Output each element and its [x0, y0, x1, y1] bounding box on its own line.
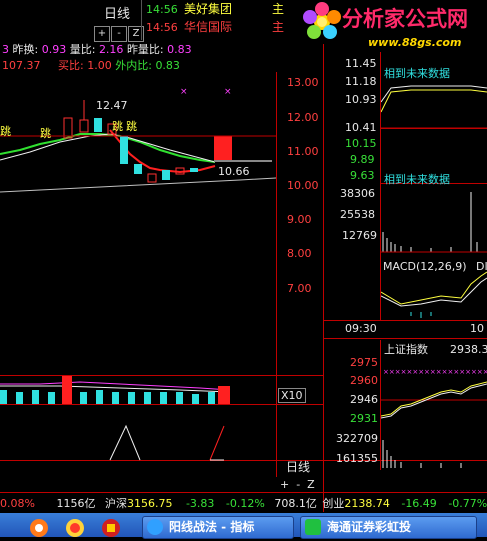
- index-chart: ×××××××××××××××××××××: [381, 368, 487, 468]
- right-volume-tick: 12769: [342, 229, 377, 242]
- news-time: 14:56: [146, 3, 178, 16]
- right-volume-tick: 38306: [340, 187, 375, 200]
- price-axis-label: 12.00: [287, 111, 319, 124]
- bottom-buttons[interactable]: + - Z: [280, 479, 315, 490]
- svg-text:×××××××××××××××××××××: ×××××××××××××××××××××: [383, 368, 487, 376]
- index-tick: 2946: [350, 393, 378, 406]
- news-tag: 主: [272, 20, 285, 34]
- jump-label: 跳: [112, 120, 123, 133]
- ma-line-green: [0, 133, 216, 163]
- candle: [79, 119, 89, 133]
- last-price-bar: [214, 160, 272, 162]
- app-icon[interactable]: [28, 516, 50, 537]
- app-window-icon: [147, 519, 163, 535]
- right-price-tick: 10.15: [345, 137, 377, 150]
- app-window-icon: [305, 519, 321, 535]
- last-price-annotation: 10.66: [218, 165, 250, 178]
- market-ticker: 0.08% 1156亿 沪深3156.75 -3.83 -0.12% 708.1…: [0, 497, 487, 510]
- index-tick: 2931: [350, 412, 378, 425]
- index-value: 2938.3: [450, 343, 487, 356]
- candle: [63, 117, 73, 139]
- index-name: 上证指数: [384, 343, 428, 356]
- price-axis-label: 10.00: [287, 179, 319, 192]
- time-start: 09:30: [345, 322, 377, 335]
- intraday-chart: [381, 85, 487, 318]
- right-price-tick: 11.45: [345, 57, 377, 70]
- candle: [134, 164, 142, 174]
- volume-chart: [0, 376, 231, 404]
- right-price-tick: 10.41: [345, 121, 377, 134]
- right-price-tick: 9.89: [350, 153, 375, 166]
- volume-axis-label: X10: [278, 388, 306, 403]
- kline-chart[interactable]: × ×: [0, 72, 276, 372]
- app-icon[interactable]: [64, 516, 86, 537]
- news-stock-name: 华信国际: [184, 20, 233, 34]
- zoom-in-button[interactable]: +: [94, 26, 110, 42]
- high-price-annotation: 12.47: [96, 99, 128, 112]
- taskbar-item[interactable]: 阳线战法 - 指标: [142, 516, 294, 539]
- stats-row-2: 107.37 买比: 1.00 外内比: 0.83: [2, 59, 180, 72]
- candle: [94, 118, 102, 132]
- indicator-chart: [109, 424, 225, 461]
- macd-label: MACD(12,26,9): [383, 260, 467, 273]
- candle: [190, 168, 198, 172]
- price-axis-label: 8.00: [287, 247, 312, 260]
- news-tag: 主: [272, 2, 285, 16]
- ma-line-gray: [0, 177, 276, 193]
- app-icon[interactable]: [100, 516, 122, 537]
- price-axis-label: 9.00: [287, 213, 312, 226]
- ma-line-white: [0, 133, 216, 163]
- candle: [162, 170, 170, 180]
- taskbar-item[interactable]: 海通证券彩虹投: [300, 516, 477, 539]
- candle: [214, 136, 232, 160]
- bottom-period-label: 日线: [286, 460, 311, 474]
- zoom-out-button[interactable]: -: [111, 26, 127, 42]
- price-axis-label: 7.00: [287, 282, 312, 295]
- watermark-url: www.88gs.com: [368, 36, 462, 49]
- index-tick: 2975: [350, 356, 378, 369]
- right-price-tick: 11.18: [345, 75, 377, 88]
- news-stock-name: 美好集团: [184, 2, 233, 16]
- price-axis-label: 11.00: [287, 145, 319, 158]
- time-end: 10: [470, 322, 484, 335]
- candle: [120, 136, 128, 164]
- index-tick: 2960: [350, 374, 378, 387]
- right-price-tick: 9.63: [350, 169, 375, 182]
- macd-suffix: DI: [476, 260, 487, 273]
- jump-label: 跳: [0, 125, 11, 138]
- max-marker: ×: [180, 87, 188, 97]
- watermark-logo: 分析家公式网 www.88gs.com: [292, 0, 487, 52]
- max-marker: ×: [224, 87, 232, 97]
- right-price-tick: 10.93: [345, 93, 377, 106]
- period-label: 日线: [104, 7, 131, 22]
- news-time: 14:56: [146, 21, 178, 34]
- index-volume-tick: 322709: [336, 432, 378, 445]
- jump-label: 跳: [126, 120, 137, 133]
- price-axis-label: 13.00: [287, 76, 319, 89]
- jump-label: 跳: [40, 127, 51, 140]
- candle: [147, 173, 157, 183]
- stats-row-1: 3 昨换: 0.93 量比: 2.16 昨量比: 0.83: [2, 43, 192, 56]
- right-volume-tick: 25538: [340, 208, 375, 221]
- watermark-title: 分析家公式网: [342, 7, 468, 31]
- index-volume-tick: 161355: [336, 452, 378, 465]
